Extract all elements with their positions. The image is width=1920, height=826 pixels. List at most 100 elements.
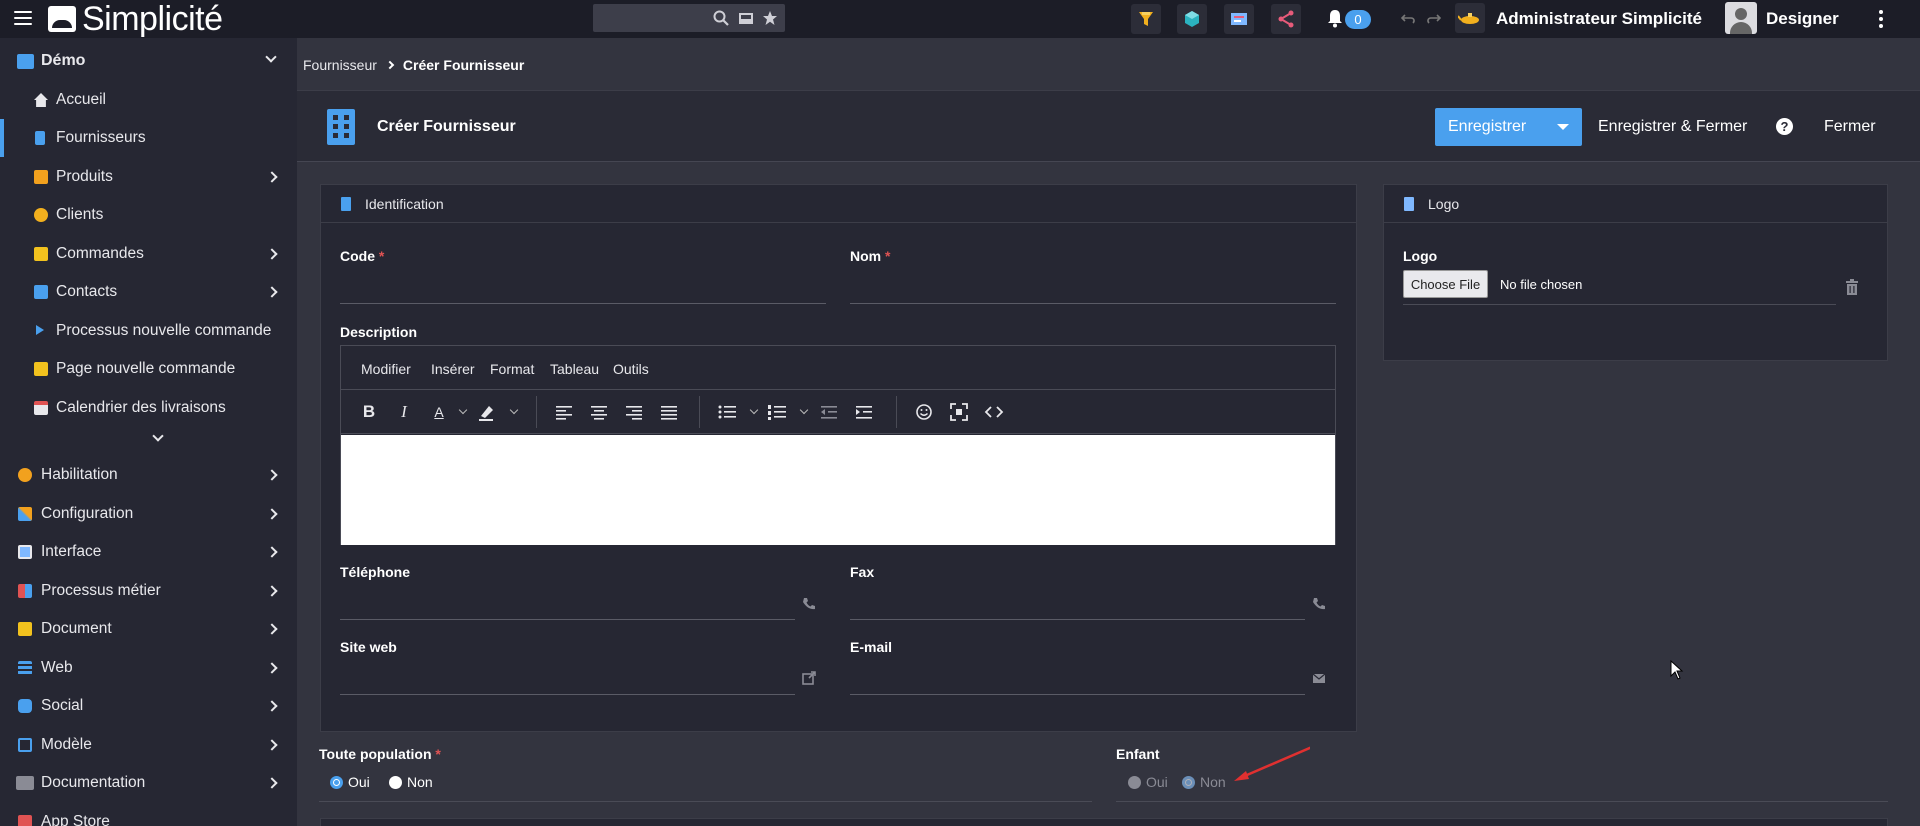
lamp-avatar[interactable] — [1455, 3, 1485, 33]
sidebar-section-processus-metier[interactable]: Processus métier — [0, 572, 297, 610]
envelope-icon[interactable] — [1312, 671, 1326, 685]
notification-badge[interactable]: 0 — [1345, 10, 1371, 29]
inbox-icon[interactable] — [738, 10, 754, 26]
sidebar-item-fournisseurs[interactable]: Fournisseurs — [0, 119, 297, 157]
save-button[interactable]: Enregistrer — [1435, 108, 1582, 146]
chevron-down-icon[interactable] — [749, 405, 759, 415]
toute-population-oui-label[interactable]: Oui — [348, 774, 370, 790]
sidebar-section-interface[interactable]: Interface — [0, 533, 297, 571]
enfant-oui-label[interactable]: Oui — [1146, 774, 1168, 790]
sidebar-section-habilitation[interactable]: Habilitation — [0, 456, 297, 494]
trash-icon[interactable] — [1845, 279, 1859, 295]
align-center-icon[interactable] — [587, 400, 611, 424]
outdent-icon[interactable] — [817, 400, 841, 424]
code-label: Code * — [340, 248, 385, 264]
align-left-icon[interactable] — [552, 400, 576, 424]
indent-icon[interactable] — [852, 400, 876, 424]
sidebar-section-social[interactable]: Social — [0, 687, 297, 725]
fax-label: Fax — [850, 564, 875, 580]
save-close-button[interactable]: Enregistrer & Fermer — [1598, 118, 1747, 136]
editor-menu-inserer[interactable]: Insérer — [431, 361, 475, 377]
enfant-non-radio[interactable] — [1182, 776, 1195, 789]
toute-population-oui-radio[interactable] — [330, 776, 343, 789]
fullscreen-icon[interactable] — [947, 400, 971, 424]
nom-input[interactable] — [850, 274, 1336, 304]
user-name[interactable]: Administrateur Simplicité — [1496, 9, 1702, 29]
form-header: Créer Fournisseur Enregistrer Enregistre… — [297, 90, 1920, 162]
chevron-right-icon — [266, 469, 278, 481]
code-input[interactable] — [340, 274, 826, 304]
align-justify-icon[interactable] — [657, 400, 681, 424]
bullet-list-icon[interactable] — [715, 400, 739, 424]
sidebar: Démo Accueil Fournisseurs Produits Clien… — [0, 38, 297, 826]
logo-panel-header[interactable]: Logo — [1384, 185, 1887, 223]
share-button[interactable] — [1271, 4, 1301, 34]
help-icon[interactable]: ? — [1776, 118, 1793, 135]
sidebar-item-contacts[interactable]: Contacts — [0, 273, 297, 311]
search-icon[interactable] — [713, 10, 729, 26]
sidebar-group-demo[interactable]: Démo — [0, 42, 297, 80]
editor-content-area[interactable] — [341, 435, 1335, 545]
logo-text: Simplicité — [82, 0, 223, 38]
close-button[interactable]: Fermer — [1824, 118, 1876, 136]
editor-menu-outils[interactable]: Outils — [613, 361, 649, 377]
email-input[interactable] — [850, 665, 1305, 695]
app-logo[interactable]: Simplicité — [48, 0, 223, 38]
editor-menu-modifier[interactable]: Modifier — [361, 361, 411, 377]
menu-icon[interactable] — [14, 11, 32, 27]
phone-icon[interactable] — [802, 597, 816, 611]
star-icon[interactable] — [762, 10, 778, 26]
chevron-right-icon — [266, 739, 278, 751]
sidebar-section-document[interactable]: Document — [0, 610, 297, 648]
sidebar-section-documentation[interactable]: Documentation — [0, 764, 297, 802]
sidebar-section-configuration[interactable]: Configuration — [0, 495, 297, 533]
sidebar-item-commandes[interactable]: Commandes — [0, 235, 297, 273]
caret-down-icon[interactable] — [1557, 124, 1569, 130]
modules-button[interactable] — [1177, 4, 1207, 34]
external-link-icon[interactable] — [802, 671, 816, 685]
bold-icon[interactable]: B — [357, 400, 381, 424]
editor-menu-tableau[interactable]: Tableau — [550, 361, 599, 377]
sidebar-section-web[interactable]: Web — [0, 649, 297, 687]
code-icon[interactable] — [982, 400, 1006, 424]
redo-icon[interactable] — [1425, 11, 1441, 25]
italic-icon[interactable]: I — [392, 400, 416, 424]
toute-population-non-radio[interactable] — [389, 776, 402, 789]
emoji-icon[interactable] — [912, 400, 936, 424]
undo-icon[interactable] — [1401, 11, 1417, 25]
sidebar-item-calendrier[interactable]: Calendrier des livraisons — [0, 389, 297, 427]
chevron-down-icon[interactable] — [799, 405, 809, 415]
role-label[interactable]: Designer — [1766, 9, 1839, 29]
phone-icon[interactable] — [1312, 597, 1326, 611]
sidebar-section-app-store[interactable]: App Store — [0, 803, 297, 826]
editor-menu-format[interactable]: Format — [490, 361, 534, 377]
highlight-icon[interactable] — [475, 400, 499, 424]
chevron-down-icon[interactable] — [458, 405, 468, 415]
identification-header[interactable]: Identification — [321, 185, 1356, 223]
align-right-icon[interactable] — [622, 400, 646, 424]
sidebar-item-clients[interactable]: Clients — [0, 196, 297, 234]
more-menu-icon[interactable] — [1879, 10, 1883, 28]
sidebar-item-processus[interactable]: Processus nouvelle commande — [0, 312, 297, 350]
sidebar-item-page-commande[interactable]: Page nouvelle commande — [0, 350, 297, 388]
sidebar-item-produits[interactable]: Produits — [0, 158, 297, 196]
messages-button[interactable] — [1224, 4, 1254, 34]
sidebar-item-accueil[interactable]: Accueil — [0, 81, 297, 119]
expand-more-icon[interactable] — [152, 430, 164, 442]
fax-input[interactable] — [850, 590, 1305, 620]
text-color-icon[interactable]: A — [427, 400, 451, 424]
search-input[interactable] — [593, 4, 711, 32]
toute-population-non-label[interactable]: Non — [407, 774, 433, 790]
enfant-non-label[interactable]: Non — [1200, 774, 1226, 790]
numbered-list-icon[interactable] — [765, 400, 789, 424]
telephone-input[interactable] — [340, 590, 795, 620]
bell-icon[interactable] — [1326, 8, 1344, 28]
enfant-oui-radio[interactable] — [1128, 776, 1141, 789]
user-avatar[interactable] — [1725, 2, 1757, 34]
choose-file-button[interactable]: Choose File — [1403, 270, 1488, 298]
filter-button[interactable] — [1131, 4, 1161, 34]
breadcrumb-parent[interactable]: Fournisseur — [303, 57, 377, 73]
site-web-input[interactable] — [340, 665, 795, 695]
chevron-down-icon[interactable] — [509, 405, 519, 415]
sidebar-section-modele[interactable]: Modèle — [0, 726, 297, 764]
